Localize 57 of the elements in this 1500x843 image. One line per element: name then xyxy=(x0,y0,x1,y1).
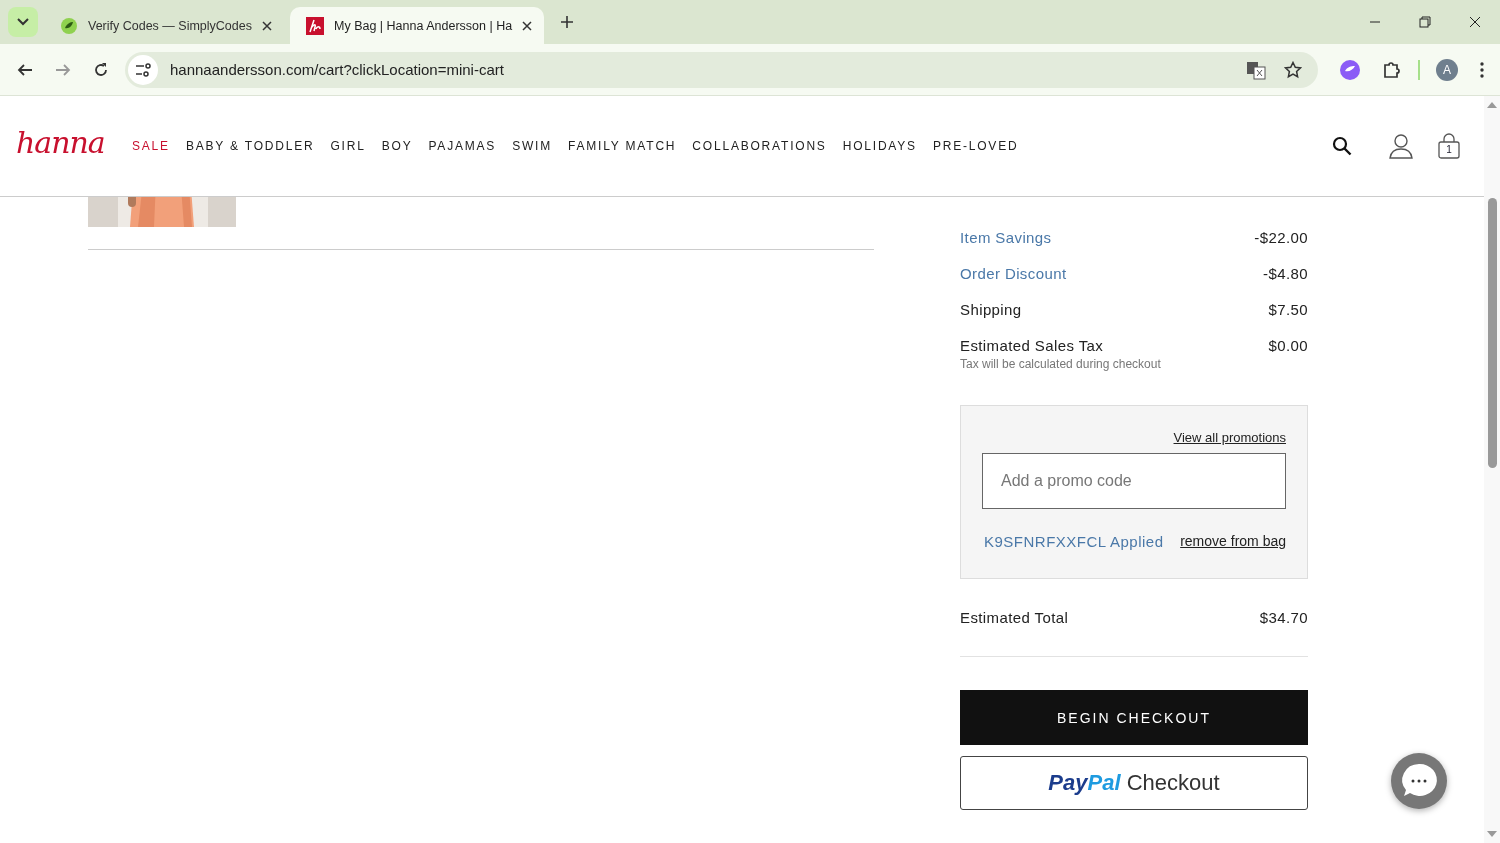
remove-code-link[interactable]: remove from bag xyxy=(1180,533,1286,550)
chevron-down-icon xyxy=(17,18,29,26)
checkout-button[interactable]: BEGIN CHECKOUT xyxy=(960,690,1308,745)
profile-avatar[interactable]: A xyxy=(1436,58,1458,81)
nav-link[interactable]: COLLABORATIONS xyxy=(692,139,827,153)
total-value: $34.70 xyxy=(1259,609,1308,626)
nav-link[interactable]: BABY & TODDLER xyxy=(185,139,315,153)
promo-code-field[interactable]: Add a promo code xyxy=(982,453,1286,509)
summary-value: -$4.80 xyxy=(1263,264,1308,284)
site-logo[interactable]: hanna xyxy=(16,124,116,160)
summary-label: Item Savings xyxy=(960,228,1052,248)
close-icon[interactable] xyxy=(1469,16,1481,28)
view-promotions-link[interactable]: View all promotions xyxy=(1173,430,1286,445)
paypal-checkout-button[interactable]: PayPal Checkout xyxy=(960,756,1308,810)
summary-label: Order Discount xyxy=(960,264,1067,284)
nav-link[interactable]: BOY xyxy=(381,139,413,153)
summary-value: $7.50 xyxy=(1268,300,1308,320)
translate-icon[interactable] xyxy=(1246,59,1266,80)
extension-icon[interactable] xyxy=(1340,59,1360,80)
nav-link[interactable]: PAJAMAS xyxy=(428,139,497,153)
nav-link[interactable]: GIRL xyxy=(330,139,366,153)
nav-link[interactable]: SALE xyxy=(132,139,170,153)
close-icon[interactable] xyxy=(262,20,272,31)
nav-link[interactable]: HOLIDAYS xyxy=(842,139,917,153)
new-tab-icon[interactable] xyxy=(560,15,575,29)
browser-tab[interactable]: Verify Codes — SimplyCodes xyxy=(44,7,284,44)
address-bar[interactable]: hannaandersson.com/cart?clickLocation=mini-cart xyxy=(125,51,1318,88)
applied-code-text: K9SFNRFXXFCL Applied xyxy=(984,533,1164,550)
search-icon[interactable] xyxy=(1332,136,1352,156)
leaf-logo-icon xyxy=(60,16,78,35)
tax-note: Tax will be calculated during checkout xyxy=(960,357,1162,371)
total-label: Estimated Total xyxy=(960,609,1069,626)
close-icon[interactable] xyxy=(522,20,533,31)
summary-value: $0.00 xyxy=(1268,336,1308,356)
summary-label: Shipping xyxy=(960,300,1022,320)
restore-icon[interactable] xyxy=(1419,16,1431,28)
browser-tab[interactable]: My Bag | Hanna Andersson | Ha xyxy=(290,7,545,44)
chat-bubble-icon[interactable] xyxy=(1390,752,1448,810)
bookmark-star-icon[interactable] xyxy=(1284,60,1302,79)
reload-icon[interactable] xyxy=(93,61,109,78)
puzzle-icon[interactable] xyxy=(1382,59,1402,80)
account-icon[interactable] xyxy=(1388,133,1414,159)
tab-title: Verify Codes — SimplyCodes xyxy=(88,18,252,33)
summary-label: Estimated Sales Tax xyxy=(960,336,1104,356)
forward-icon[interactable] xyxy=(55,61,71,78)
hanna-logo-icon xyxy=(306,16,324,35)
tab-search-button[interactable] xyxy=(8,7,38,37)
site-settings-icon[interactable] xyxy=(128,54,158,85)
nav-link[interactable]: PRE-LOVED xyxy=(932,139,1019,153)
summary-value: -$22.00 xyxy=(1254,228,1308,248)
url-text: hannaandersson.com/cart?clickLocation=mini-cart xyxy=(170,61,504,78)
nav-link[interactable]: FAMILY MATCH xyxy=(568,139,677,153)
nav-link[interactable]: SWIM xyxy=(512,139,553,153)
menu-icon[interactable] xyxy=(1480,61,1484,78)
tab-title: My Bag | Hanna Andersson | Ha xyxy=(334,18,513,33)
back-icon[interactable] xyxy=(17,61,33,78)
scrollbar[interactable] xyxy=(1484,96,1500,843)
